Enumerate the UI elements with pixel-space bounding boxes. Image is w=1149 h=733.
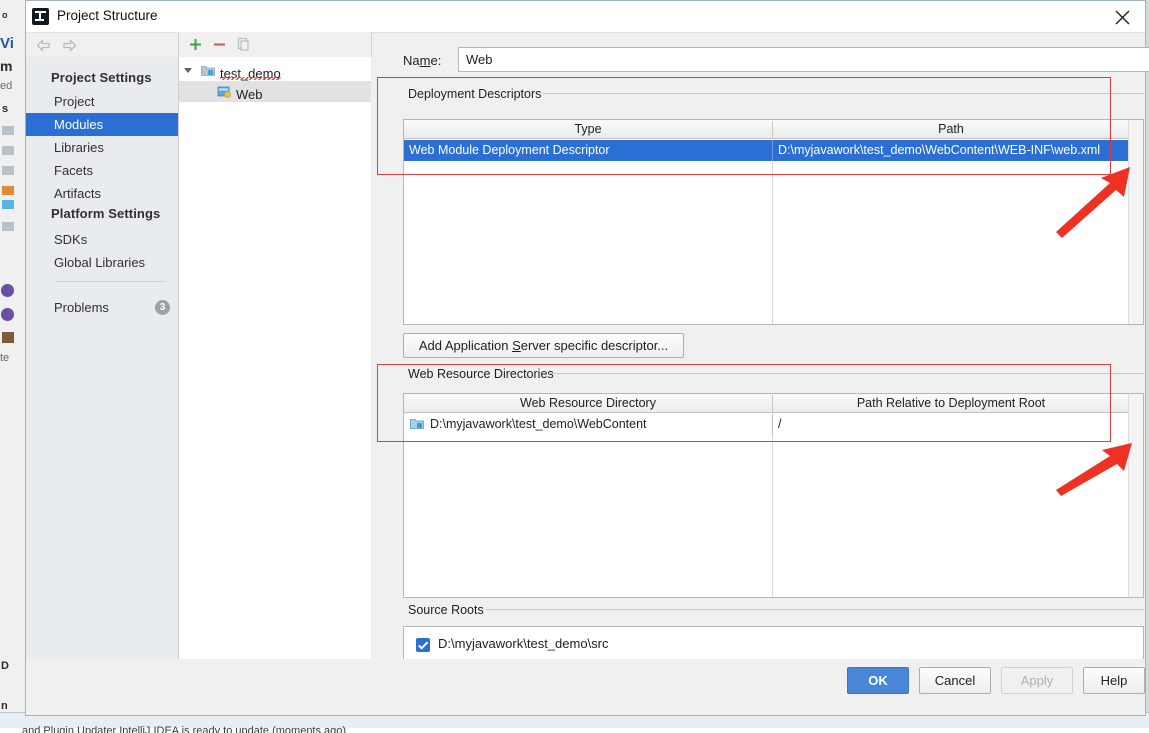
apply-button: Apply [1001,667,1073,694]
settings-sidebar: Project Settings Project Modules Librari… [26,57,178,660]
source-roots-group: Source Roots D:\myjavawork\test_demo\src [403,603,1144,662]
add-application-server-descriptor-button[interactable]: Add Application Server specific descript… [403,333,684,358]
sidebar-item-project[interactable]: Project [26,90,178,113]
source-root-label: D:\myjavawork\test_demo\src [438,636,609,651]
table-header: Type Path [404,120,1143,139]
column-header-web-resource-directory[interactable]: Web Resource Directory [404,394,772,413]
name-label: Name: [403,53,442,68]
bg-text: te [0,352,10,364]
table-header: Web Resource Directory Path Relative to … [404,394,1143,413]
spellcheck-underline [220,77,281,80]
table-vertical-scrollbar[interactable] [1128,394,1143,597]
deployment-descriptors-table[interactable]: Type Path Web Module Deployment Descript… [403,119,1144,325]
group-title: Source Roots [405,603,487,617]
sidebar-group-project-settings: Project Settings [51,70,152,85]
tree-node-web[interactable]: Web [179,81,371,102]
minus-icon[interactable] [210,35,229,54]
cell-relative-path: / [778,417,782,431]
chevron-down-icon[interactable] [184,68,192,77]
sidebar-divider [56,281,166,282]
source-root-checkbox[interactable] [416,638,430,652]
page-title: Project Structure [57,8,158,23]
column-divider [772,161,773,324]
bg-swatch [2,200,14,209]
group-divider [543,93,1144,94]
button-label: Add Application Server specific descript… [418,338,669,353]
group-title: Web Resource Directories [405,367,557,381]
sidebar-item-label: Problems [54,300,109,315]
group-title: Deployment Descriptors [405,87,545,101]
module-editor-panel: Name: Deployment Descriptors Type Path W… [371,47,1149,662]
sidebar-item-modules[interactable]: Modules [26,113,178,136]
column-header-relative-path[interactable]: Path Relative to Deployment Root [773,394,1129,413]
sidebar-item-label: Artifacts [54,186,101,201]
bg-text: Vi [0,35,14,52]
name-input[interactable] [458,47,1149,72]
problems-count-badge: 3 [155,300,170,315]
bg-icon [1,308,14,321]
sidebar-item-label: SDKs [54,232,88,247]
project-structure-dialog: Project Structure Project Settings Proje… [25,0,1149,716]
sidebar-item-label: Libraries [54,140,104,155]
bg-icon [1,284,14,297]
bg-swatch [2,126,14,135]
sidebar-item-label: Facets [54,163,94,178]
table-vertical-scrollbar[interactable] [1128,120,1143,324]
bg-swatch [2,222,14,231]
bg-text: D [1,660,9,672]
module-folder-icon [201,66,215,76]
web-resource-directories-group: Web Resource Directories Web Resource Di… [403,367,1144,598]
bg-text: s [2,103,9,115]
folder-icon [410,419,424,429]
sidebar-item-label: Project [54,94,95,109]
copy-icon[interactable] [234,35,253,54]
plus-icon[interactable] [186,35,205,54]
bg-swatch [2,186,14,195]
table-row[interactable]: D:\myjavawork\test_demo\WebContent / [404,414,1143,435]
deployment-descriptors-group: Deployment Descriptors Type Path Web Mod… [403,87,1144,325]
sidebar-item-artifacts[interactable]: Artifacts [26,182,178,205]
ok-button[interactable]: OK [847,667,909,694]
dialog-body: Project Settings Project Modules Librari… [26,32,1149,662]
sidebar-item-facets[interactable]: Facets [26,159,178,182]
cell-type: Web Module Deployment Descriptor [409,143,610,157]
dialog-footer: OK Cancel Apply Help [26,659,1145,715]
tree-node-label: Web [236,87,263,102]
arrow-left-icon[interactable] [35,37,52,54]
sidebar-group-platform-settings: Platform Settings [51,206,161,221]
bg-swatch [2,332,14,343]
column-header-type[interactable]: Type [404,120,772,139]
sidebar-item-label: Global Libraries [54,255,146,270]
web-facet-icon [217,86,231,98]
sidebar-item-label: Modules [54,117,104,132]
source-roots-list[interactable]: D:\myjavawork\test_demo\src [403,626,1144,662]
group-divider [486,609,1144,610]
column-header-path[interactable]: Path [773,120,1129,139]
tree-node-test-demo[interactable]: test_demo [179,60,371,81]
close-icon[interactable] [1100,1,1145,32]
module-tree-pane: test_demo Web [178,32,372,660]
column-divider [772,435,773,597]
cancel-button[interactable]: Cancel [919,667,991,694]
bg-text: ed [0,80,13,92]
cell-path: D:\myjavawork\test_demo\WebContent\WEB-I… [778,143,1101,157]
dialog-title-bar: Project Structure [26,1,1145,33]
group-divider [549,373,1144,374]
web-resource-directories-table[interactable]: Web Resource Directory Path Relative to … [403,393,1144,598]
table-row[interactable]: Web Module Deployment Descriptor D:\myja… [404,140,1143,161]
intellij-logo-icon [32,8,49,25]
cell-directory: D:\myjavawork\test_demo\WebContent [430,417,647,431]
bg-swatch [2,166,14,175]
sidebar-item-sdks[interactable]: SDKs [26,228,178,251]
arrow-right-icon[interactable] [61,37,78,54]
bg-text: m [0,58,13,74]
bg-text: n [1,700,8,712]
bg-swatch [2,146,14,155]
sidebar-item-libraries[interactable]: Libraries [26,136,178,159]
help-button[interactable]: Help [1083,667,1145,694]
sidebar-item-global-libraries[interactable]: Global Libraries [26,251,178,274]
bg-text: o [2,10,8,20]
module-tree-toolbar [179,32,371,57]
status-bar-text: and Plugin Updater IntelliJ IDEA is read… [22,726,347,733]
